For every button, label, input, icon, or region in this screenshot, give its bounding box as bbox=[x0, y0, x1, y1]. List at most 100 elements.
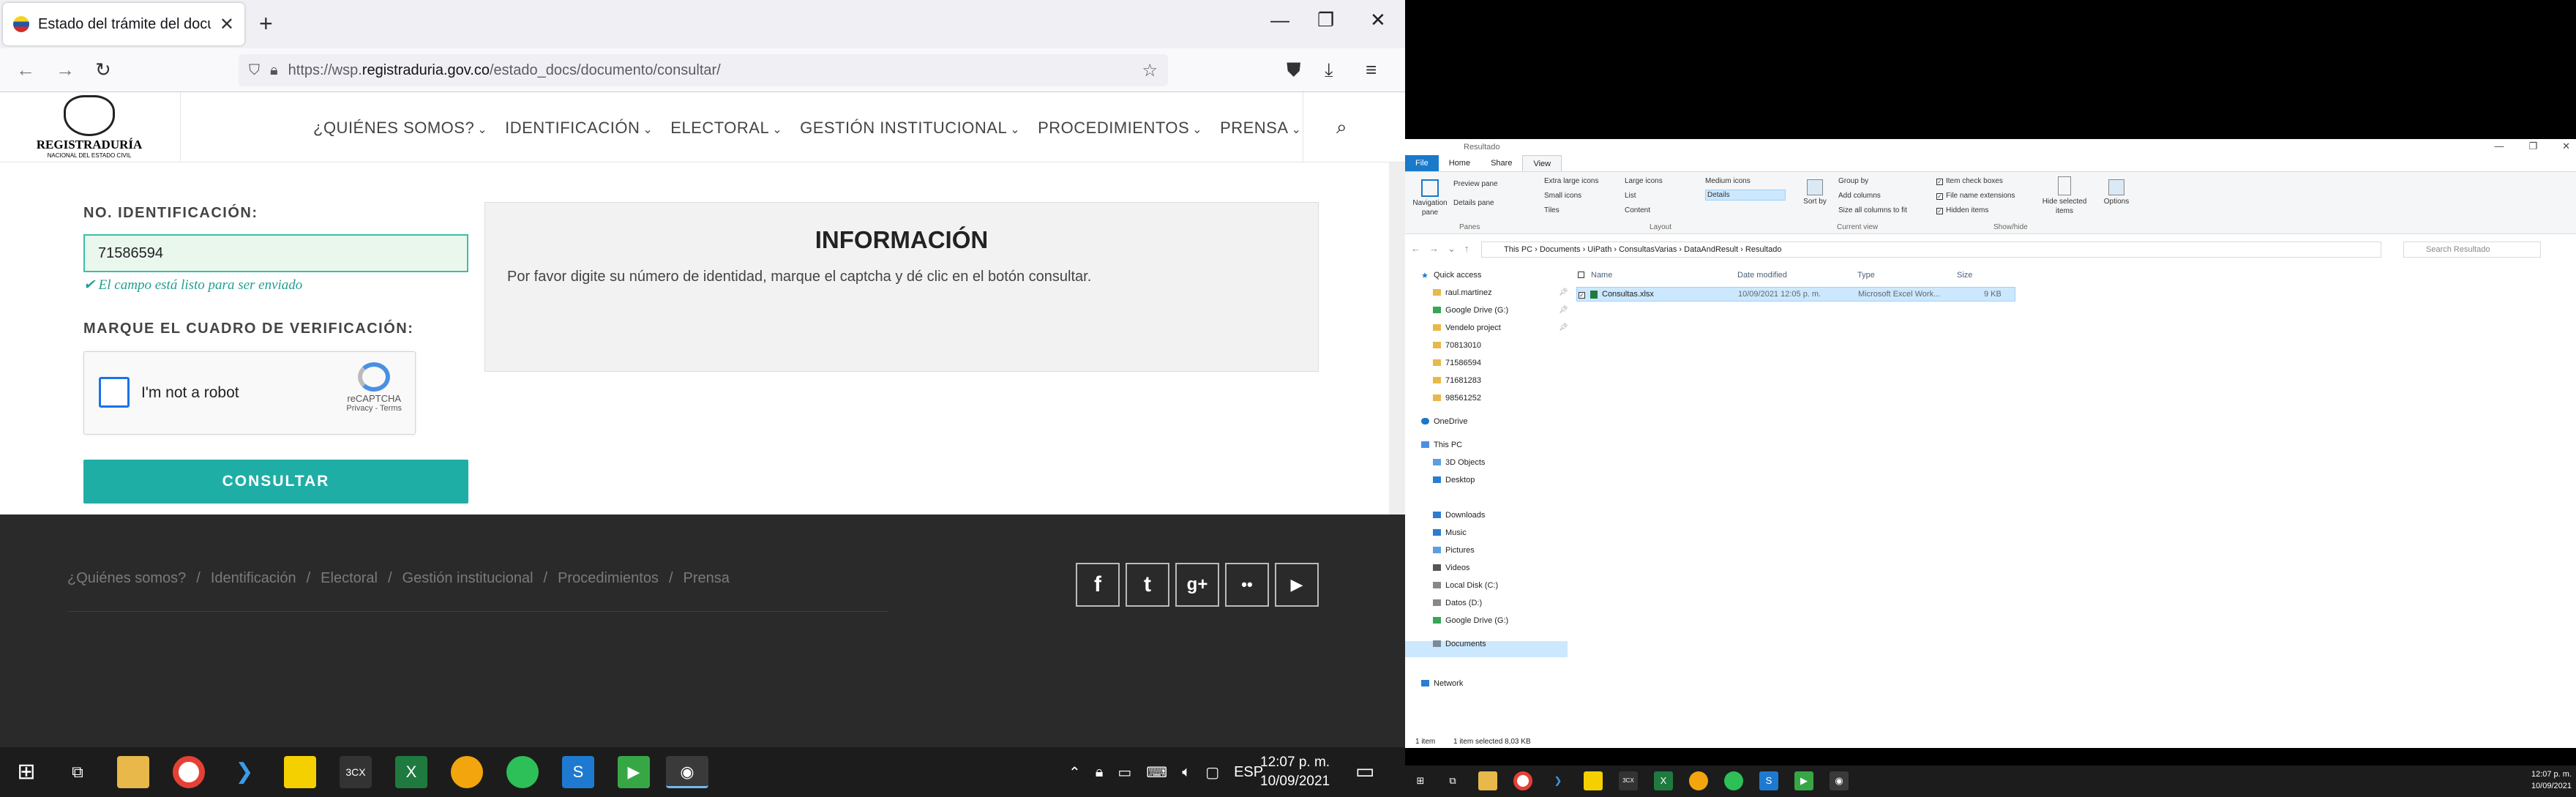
captcha-checkbox[interactable] bbox=[99, 377, 130, 408]
new-tab-icon[interactable]: + bbox=[259, 10, 273, 37]
firefox-taskbar-icon[interactable]: ◉ bbox=[666, 756, 708, 788]
reload-icon[interactable]: ↻ bbox=[95, 59, 111, 81]
file-row[interactable]: ✓ Consultas.xlsx 10/09/2021 12:05 p. m. … bbox=[1576, 287, 2015, 302]
uipath-icon[interactable]: S bbox=[562, 756, 594, 788]
tab-share[interactable]: Share bbox=[1480, 155, 1522, 171]
col-type[interactable]: Type bbox=[1857, 271, 1875, 280]
battery-icon[interactable]: ▭ bbox=[1117, 763, 1131, 782]
app-icon[interactable] bbox=[451, 756, 483, 788]
nav-item[interactable]: Google Drive (G:) bbox=[1433, 616, 1508, 625]
minimize-icon[interactable]: — bbox=[1270, 9, 1289, 31]
tab-home[interactable]: Home bbox=[1439, 155, 1480, 171]
search-icon[interactable]: ⌕ bbox=[1336, 116, 1347, 139]
nav-item[interactable]: 70813010 bbox=[1433, 341, 1481, 350]
downloads-icon[interactable]: ⤓ bbox=[1325, 59, 1333, 82]
menu-item-procedimientos[interactable]: PROCEDIMIENTOS ⌄ bbox=[1038, 119, 1202, 138]
footer-link[interactable]: Gestión institucional bbox=[402, 570, 533, 587]
layout-content[interactable]: Content bbox=[1625, 206, 1650, 215]
nav-item[interactable]: 3D Objects bbox=[1433, 458, 1485, 467]
layout-small[interactable]: Small icons bbox=[1544, 191, 1581, 201]
row-checkbox[interactable]: ✓ bbox=[1579, 288, 1588, 301]
browser-tab[interactable]: Estado del trámite del documen ✕ bbox=[3, 3, 244, 45]
nav-item[interactable]: 98561252 bbox=[1433, 394, 1481, 403]
pocket-icon[interactable]: ⛊ bbox=[1287, 59, 1301, 82]
display-icon[interactable]: ▢ bbox=[1205, 763, 1219, 782]
shield-icon[interactable]: ⛉ bbox=[249, 62, 260, 79]
hide-selected-items-button[interactable]: Hide selected items bbox=[2034, 176, 2094, 216]
language-indicator[interactable]: ESP bbox=[1234, 764, 1263, 781]
media-icon[interactable]: ▶ bbox=[1794, 771, 1813, 790]
layout-tiles[interactable]: Tiles bbox=[1544, 206, 1560, 215]
nav-item-documents[interactable]: Documents bbox=[1433, 640, 1486, 648]
url-bar[interactable]: ⛉ 🔒︎ https://wsp.registraduria.gov.co/es… bbox=[239, 54, 1168, 86]
flickr-icon[interactable]: •• bbox=[1225, 563, 1269, 607]
3cx-icon[interactable]: 3CX bbox=[340, 756, 372, 788]
tab-view[interactable]: View bbox=[1522, 155, 1562, 171]
network-icon[interactable]: ⌨ bbox=[1146, 763, 1167, 782]
col-date-modified[interactable]: Date modified bbox=[1737, 271, 1787, 280]
nav-this-pc[interactable]: This PC bbox=[1421, 441, 1462, 449]
options-button[interactable]: Options bbox=[2102, 179, 2131, 206]
nav-item[interactable]: Vendelo project bbox=[1433, 323, 1501, 332]
minimize-icon[interactable]: — bbox=[2494, 141, 2504, 152]
details-pane-button[interactable]: Details pane bbox=[1453, 198, 1494, 208]
menu-item-gestion[interactable]: GESTIÓN INSTITUCIONAL ⌄ bbox=[800, 119, 1020, 138]
nav-item[interactable]: raul.martinez bbox=[1433, 288, 1492, 297]
nav-item[interactable]: Google Drive (G:) bbox=[1433, 306, 1508, 315]
menu-item-electoral[interactable]: ELECTORAL ⌄ bbox=[670, 119, 782, 138]
chrome-icon[interactable] bbox=[173, 756, 205, 788]
excel-icon[interactable]: X bbox=[395, 756, 427, 788]
firefox-taskbar-icon[interactable]: ◉ bbox=[1830, 771, 1849, 790]
volume-icon[interactable]: 🔈︎ bbox=[1182, 764, 1191, 781]
nav-item[interactable]: Local Disk (C:) bbox=[1433, 581, 1498, 590]
size-columns-button[interactable]: Size all columns to fit bbox=[1838, 206, 1907, 215]
app-icon[interactable] bbox=[1689, 771, 1708, 790]
id-input[interactable]: 71586594 bbox=[83, 234, 468, 272]
consultar-button[interactable]: CONSULTAR bbox=[83, 460, 468, 504]
menu-item-identificacion[interactable]: IDENTIFICACIÓN ⌄ bbox=[505, 119, 653, 138]
sticky-notes-icon[interactable] bbox=[284, 756, 316, 788]
add-columns-button[interactable]: Add columns bbox=[1838, 191, 1881, 201]
footer-link[interactable]: Electoral bbox=[321, 570, 378, 587]
file-name-extensions[interactable]: ✓ File name extensions bbox=[1936, 191, 2015, 201]
select-all-checkbox[interactable] bbox=[1578, 271, 1587, 280]
bookmark-star-icon[interactable]: ☆ bbox=[1142, 60, 1158, 81]
nav-arrows[interactable]: ←→⌄↑ bbox=[1411, 243, 1478, 255]
nav-item[interactable]: Videos bbox=[1433, 564, 1469, 572]
col-name[interactable]: Name bbox=[1591, 271, 1612, 280]
footer-link[interactable]: Identificación bbox=[211, 570, 296, 587]
nav-network[interactable]: Network bbox=[1421, 679, 1463, 688]
twitter-icon[interactable]: t bbox=[1126, 563, 1169, 607]
item-check-boxes[interactable]: ✓ Item check boxes bbox=[1936, 176, 2003, 186]
restore-icon[interactable]: ❐ bbox=[1317, 9, 1334, 31]
explorer-search-input[interactable]: Search Resultado bbox=[2403, 242, 2541, 258]
facebook-icon[interactable]: f bbox=[1076, 563, 1120, 607]
menu-item-prensa[interactable]: PRENSA ⌄ bbox=[1220, 119, 1301, 138]
registraduria-logo[interactable]: REGISTRADURÍA NACIONAL DEL ESTADO CIVIL bbox=[32, 92, 146, 162]
google-plus-icon[interactable]: g+ bbox=[1175, 563, 1219, 607]
nav-item[interactable]: Music bbox=[1433, 528, 1467, 537]
start-icon[interactable]: ⊞ bbox=[10, 756, 42, 788]
excel-icon[interactable]: X bbox=[1654, 771, 1673, 790]
address-bar[interactable]: This PC › Documents › UiPath › Consultas… bbox=[1481, 242, 2381, 258]
footer-link[interactable]: ¿Quiénes somos? bbox=[67, 570, 186, 587]
media-icon[interactable]: ▶ bbox=[618, 756, 650, 788]
nav-item[interactable]: Pictures bbox=[1433, 546, 1475, 555]
navigation-pane-button[interactable]: Navigation pane bbox=[1408, 179, 1452, 217]
layout-medium[interactable]: Medium icons bbox=[1705, 176, 1751, 186]
vscode-icon[interactable]: ❯ bbox=[1549, 771, 1568, 790]
nav-item[interactable]: Downloads bbox=[1433, 511, 1485, 520]
start-icon[interactable]: ⊞ bbox=[1411, 771, 1430, 790]
close-window-icon[interactable]: ✕ bbox=[1370, 9, 1386, 31]
clock[interactable]: 12:07 p. m. 10/09/2021 bbox=[1260, 753, 1330, 791]
layout-details[interactable]: Details bbox=[1705, 190, 1786, 201]
footer-link[interactable]: Prensa bbox=[684, 570, 730, 587]
close-window-icon[interactable]: ✕ bbox=[2562, 141, 2570, 152]
nav-item[interactable]: 71586594 bbox=[1433, 359, 1481, 367]
close-tab-icon[interactable]: ✕ bbox=[220, 14, 234, 35]
lock-tray-icon[interactable]: 🔒︎ bbox=[1096, 764, 1104, 781]
task-view-icon[interactable]: ⧉ bbox=[1443, 771, 1462, 790]
clock[interactable]: 12:07 p. m. 10/09/2021 bbox=[2531, 768, 2572, 792]
nav-item[interactable]: 71681283 bbox=[1433, 376, 1481, 385]
nav-onedrive[interactable]: OneDrive bbox=[1421, 417, 1467, 426]
